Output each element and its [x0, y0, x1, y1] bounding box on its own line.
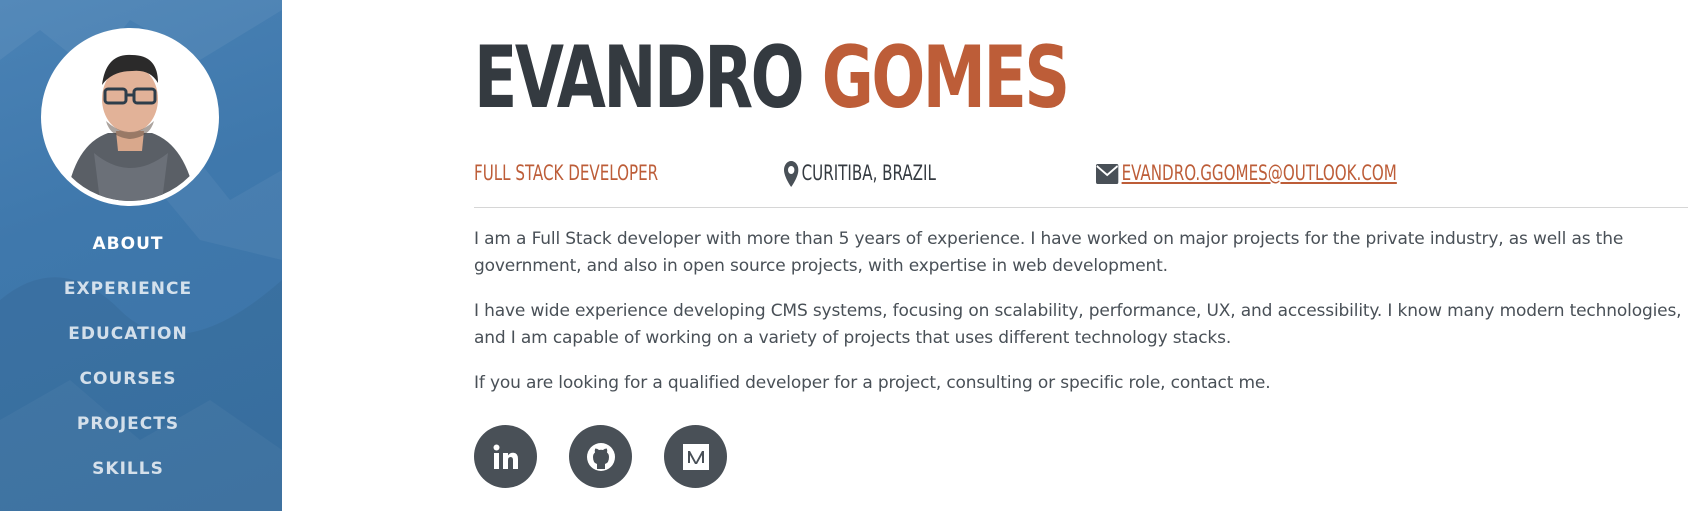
- location: CURITIBA, BRAZIL: [784, 156, 936, 190]
- nav-item-experience[interactable]: EXPERIENCE: [0, 267, 256, 312]
- profile-photo: [46, 33, 214, 201]
- nav-item-courses[interactable]: COURSES: [0, 357, 256, 402]
- avatar: [41, 28, 219, 206]
- location-text: CURITIBA, BRAZIL: [801, 161, 936, 185]
- last-name: GOMES: [821, 28, 1070, 128]
- role-title: FULL STACK DEVELOPER: [474, 161, 659, 185]
- github-icon: [586, 442, 615, 471]
- about-text: I am a Full Stack developer with more th…: [474, 226, 1688, 415]
- linkedin-button[interactable]: [474, 425, 537, 488]
- nav-item-projects[interactable]: PROJECTS: [0, 402, 256, 447]
- linkedin-icon: [493, 444, 518, 469]
- nav-item-about[interactable]: ABOUT: [0, 222, 256, 267]
- nav-item-skills[interactable]: SKILLS: [0, 447, 256, 492]
- sidebar-nav: ABOUT EXPERIENCE EDUCATION COURSES PROJE…: [0, 222, 256, 492]
- about-paragraph: I am a Full Stack developer with more th…: [474, 229, 1624, 276]
- medium-button[interactable]: [664, 425, 727, 488]
- sidebar: ABOUT EXPERIENCE EDUCATION COURSES PROJE…: [0, 0, 282, 511]
- github-button[interactable]: [569, 425, 632, 488]
- about-paragraph: If you are looking for a qualified devel…: [474, 373, 1271, 393]
- envelope-icon: [1096, 164, 1119, 184]
- email-contact: EVANDRO.GGOMES@OUTLOOK.COM: [1096, 156, 1397, 190]
- nav-item-education[interactable]: EDUCATION: [0, 312, 256, 357]
- email-link[interactable]: EVANDRO.GGOMES@OUTLOOK.COM: [1122, 161, 1397, 185]
- about-paragraph: I have wide experience developing CMS sy…: [474, 301, 1682, 348]
- medium-icon: [682, 443, 709, 470]
- map-marker-icon: [784, 161, 799, 187]
- first-name: EVANDRO: [474, 28, 805, 128]
- page-title: EVANDRO GOMES: [474, 28, 1070, 128]
- divider: [474, 207, 1688, 208]
- social-links: [474, 425, 727, 488]
